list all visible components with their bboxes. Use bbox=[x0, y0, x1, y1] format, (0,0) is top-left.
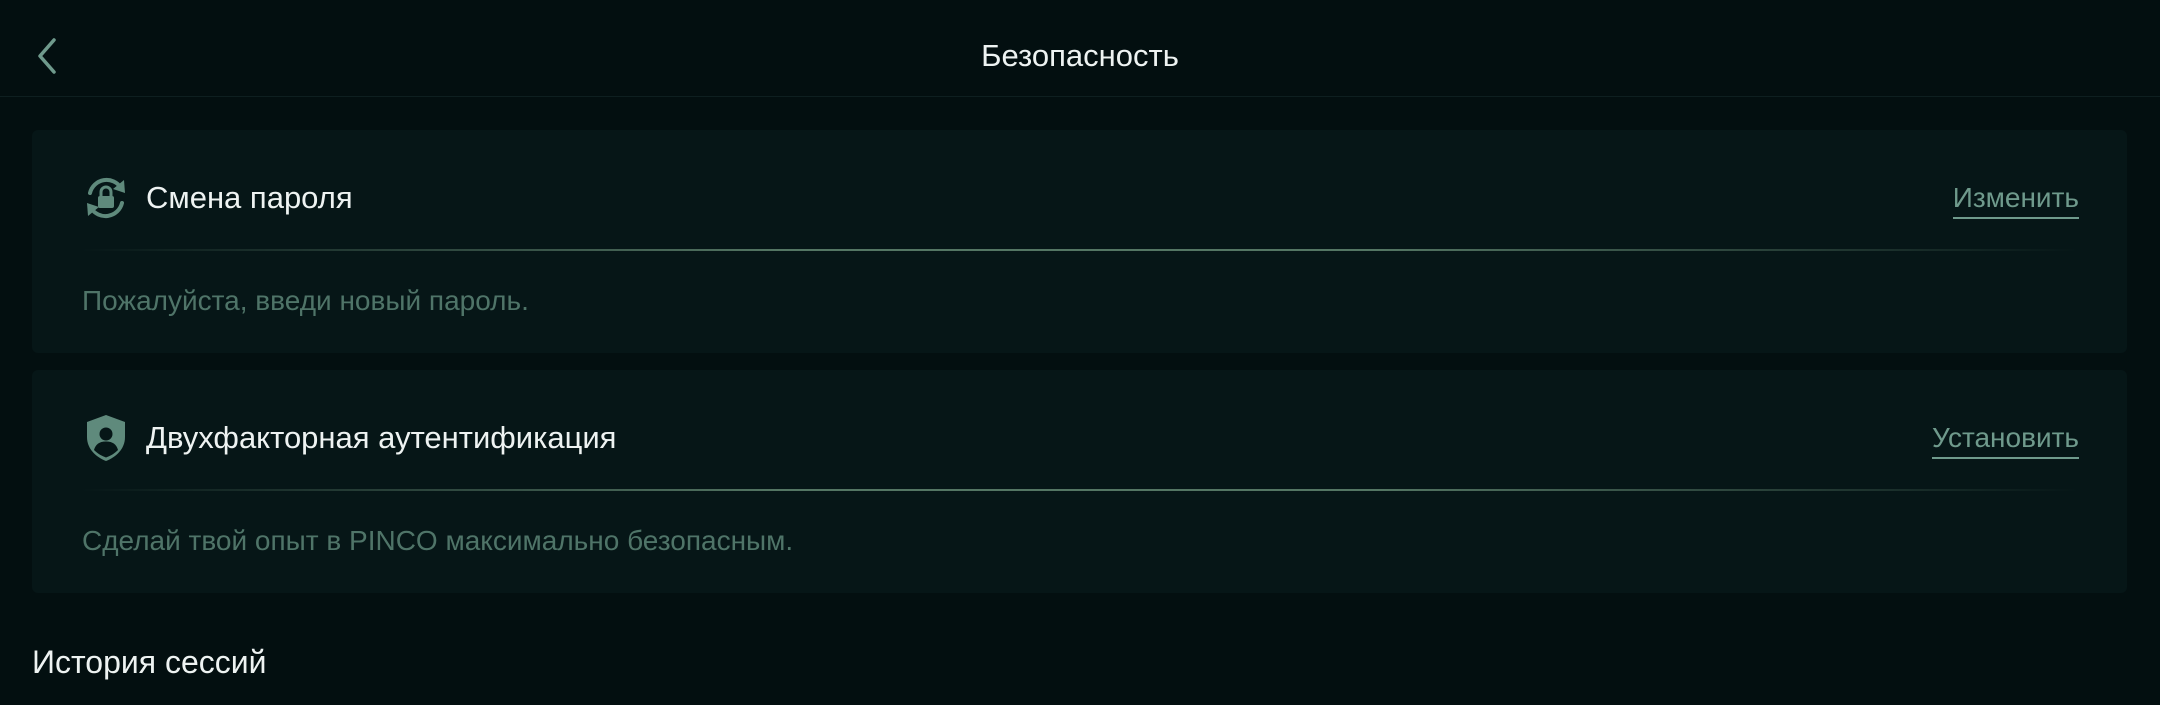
lock-refresh-icon bbox=[80, 172, 132, 224]
card-title: Смена пароля bbox=[146, 180, 353, 215]
divider bbox=[80, 249, 2079, 251]
divider bbox=[80, 489, 2079, 491]
two-factor-card: Двухфакторная аутентификация Установить … bbox=[32, 370, 2127, 593]
setup-2fa-button[interactable]: Установить bbox=[1932, 420, 2079, 459]
card-title: Двухфакторная аутентификация bbox=[146, 420, 617, 455]
card-description: Сделай твой опыт в PINCO максимально без… bbox=[82, 525, 794, 556]
top-bar: Безопасность bbox=[0, 0, 2160, 97]
session-history-title: История сессий bbox=[32, 644, 267, 680]
change-password-button[interactable]: Изменить bbox=[1952, 180, 2079, 219]
shield-user-icon bbox=[80, 412, 132, 464]
security-page: Безопасность Смена пароля Изменить Пожал… bbox=[0, 0, 2160, 705]
change-password-card: Смена пароля Изменить Пожалуйста, введи … bbox=[32, 130, 2127, 353]
card-description: Пожалуйста, введи новый пароль. bbox=[82, 285, 529, 316]
page-title: Безопасность bbox=[981, 38, 1179, 73]
